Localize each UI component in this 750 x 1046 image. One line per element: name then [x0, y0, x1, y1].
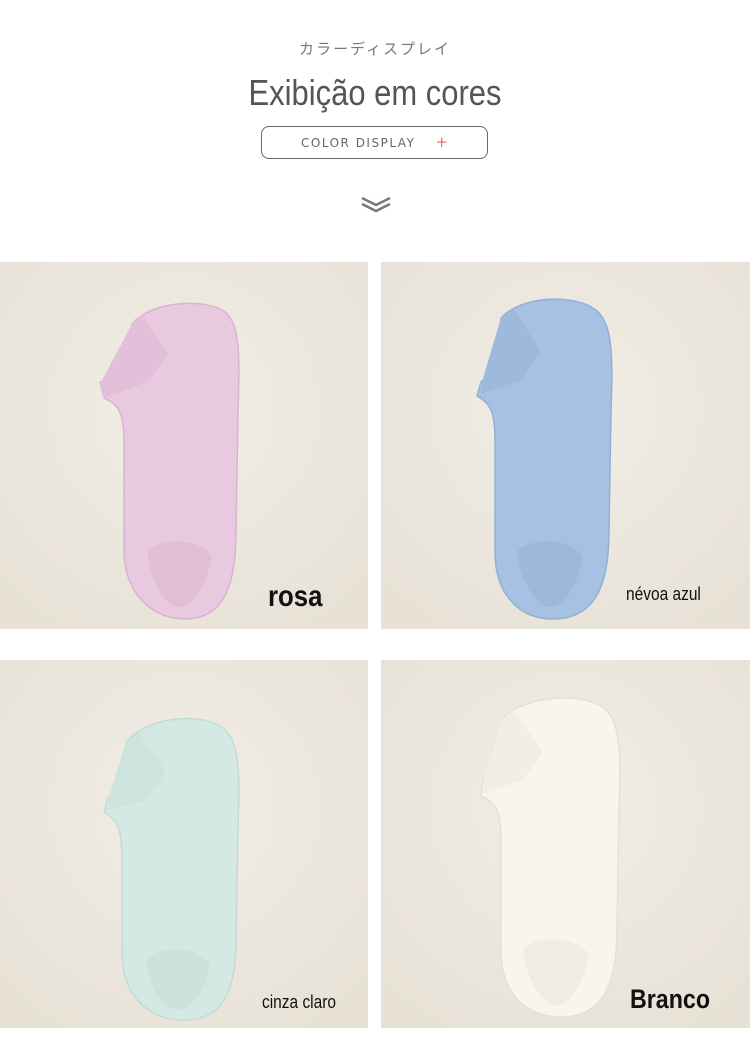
section-header: カラーディスプレイ Exibição em cores COLOR DISPLA…: [0, 0, 750, 250]
sock-image-nevoa-azul: [381, 262, 750, 629]
color-label: névoa azul: [626, 584, 701, 604]
color-tile-branco: Branco: [381, 660, 750, 1028]
double-chevron-down-icon: [361, 196, 391, 213]
color-label: cinza claro: [262, 992, 337, 1012]
color-display-label: COLOR DISPLAY: [301, 135, 416, 150]
color-tile-cinza-claro: cinza claro: [0, 660, 368, 1028]
sock-image-branco: [381, 660, 750, 1028]
sock-image-rosa: [0, 262, 368, 629]
sock-image-cinza-claro: [0, 660, 368, 1028]
section-subtitle-japanese: カラーディスプレイ: [299, 40, 451, 58]
color-label: Branco: [630, 984, 711, 1014]
color-tile-nevoa-azul: névoa azul: [381, 262, 750, 629]
section-title: Exibição em cores: [248, 72, 502, 113]
color-label: rosa: [268, 580, 323, 613]
plus-icon: +: [435, 133, 448, 151]
color-tile-rosa: rosa: [0, 262, 368, 629]
color-display-badge: COLOR DISPLAY +: [261, 126, 488, 159]
